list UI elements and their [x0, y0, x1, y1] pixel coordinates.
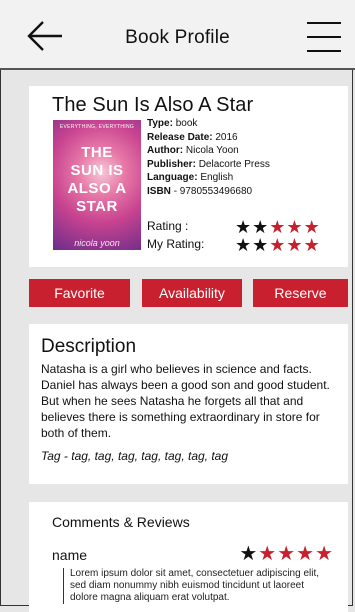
description-title: Description	[41, 336, 137, 357]
meta-isbn: ISBN - 9780553496680	[147, 185, 253, 197]
meta-author: Author: Nicola Yoon	[147, 145, 239, 157]
star-icon: ★	[252, 235, 270, 255]
comment-author-name: name	[52, 547, 88, 563]
star-icon: ★	[286, 217, 304, 237]
my-rating-stars[interactable]: ★★★★★	[235, 235, 321, 255]
meta-type: Type: book	[147, 118, 198, 129]
description-text: Natasha is a girl who believes in scienc…	[41, 362, 330, 440]
rating-label: Rating :	[147, 219, 189, 233]
book-card: The Sun Is Also A Star EVERYTHING, EVERY…	[29, 86, 348, 267]
my-rating-label: My Rating:	[147, 237, 205, 251]
star-icon: ★	[269, 235, 287, 255]
meta-release: Release Date: 2016	[147, 131, 238, 143]
star-icon: ★	[269, 217, 287, 237]
top-bar: Book Profile	[0, 0, 355, 70]
description-tags: Tag - tag, tag, tag, tag, tag, tag, tag	[41, 449, 229, 463]
meta-publisher: Publisher: Delacorte Press	[147, 158, 270, 170]
meta-language: Language: English	[147, 172, 234, 184]
description-card: Description Natasha is a girl who believ…	[29, 324, 348, 484]
rating-stars: ★★★★★	[235, 217, 321, 237]
star-icon: ★	[315, 543, 334, 565]
my-rating-row: My Rating: ★★★★★	[147, 236, 320, 254]
comment-rating-stars: ★★★★★	[239, 543, 334, 565]
star-icon: ★	[286, 235, 304, 255]
star-icon: ★	[258, 543, 278, 565]
reserve-button[interactable]: Reserve	[253, 279, 348, 307]
comments-title: Comments & Reviews	[52, 514, 190, 530]
book-title: The Sun Is Also A Star	[52, 94, 254, 116]
cover-author: nicola yoon	[74, 238, 120, 248]
comment-text: Lorem ipsum dolor sit amet, consectetuer…	[63, 568, 334, 604]
book-cover-image: EVERYTHING, EVERYTHING THE SUN IS ALSO A…	[53, 120, 141, 250]
comments-card: Comments & Reviews name ★★★★★ Lorem ipsu…	[29, 502, 348, 612]
availability-button[interactable]: Availability	[142, 279, 242, 307]
rating-row: Rating : ★★★★★	[147, 218, 320, 236]
cover-title: THE SUN IS ALSO A STAR	[67, 144, 127, 215]
cover-top-text: EVERYTHING, EVERYTHING	[59, 124, 135, 130]
star-icon: ★	[239, 543, 259, 565]
star-icon: ★	[277, 543, 297, 565]
star-icon: ★	[296, 543, 316, 565]
star-icon: ★	[303, 217, 321, 237]
star-icon: ★	[235, 217, 253, 237]
book-metadata: Type: book Release Date: 2016 Author: Ni…	[147, 117, 270, 199]
star-icon: ★	[252, 217, 270, 237]
star-icon: ★	[303, 235, 321, 255]
hamburger-menu-icon[interactable]	[307, 22, 341, 52]
page-title: Book Profile	[125, 27, 230, 48]
star-icon: ★	[235, 235, 253, 255]
favorite-button[interactable]: Favorite	[29, 279, 130, 307]
